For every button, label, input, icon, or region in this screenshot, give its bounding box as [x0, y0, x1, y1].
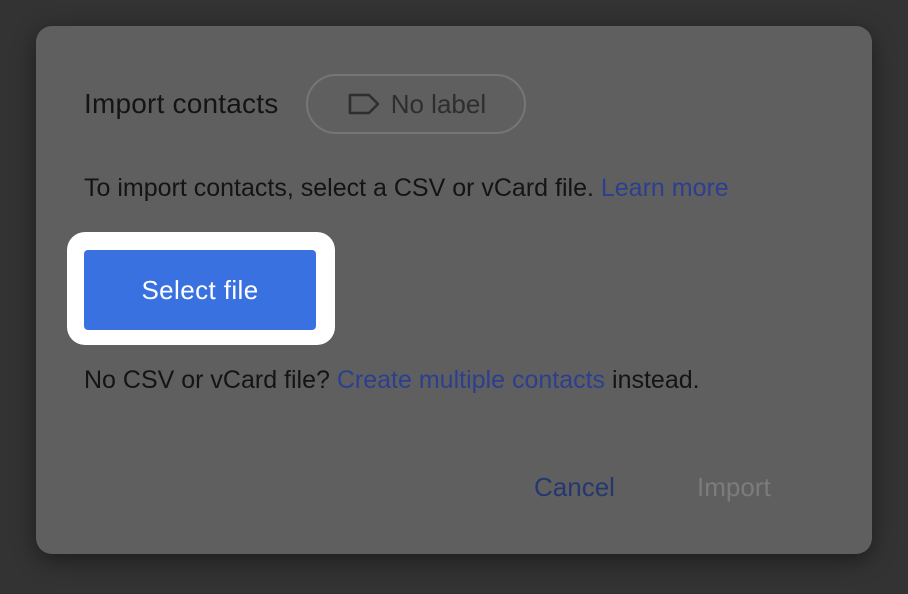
learn-more-link[interactable]: Learn more [601, 174, 729, 202]
import-instructions: To import contacts, select a CSV or vCar… [84, 174, 729, 203]
cancel-button[interactable]: Cancel [534, 472, 615, 503]
alternative-prefix: No CSV or vCard file? [84, 366, 337, 394]
create-multiple-contacts-link[interactable]: Create multiple contacts [337, 366, 605, 394]
instructions-text: To import contacts, select a CSV or vCar… [84, 174, 601, 202]
label-chip-text: No label [390, 88, 487, 119]
label-select-chip[interactable]: No label [306, 74, 527, 134]
dialog-title: Import contacts [84, 88, 279, 119]
dialog-header: Import contacts No label [84, 74, 527, 134]
alternative-text: No CSV or vCard file? Create multiple co… [84, 366, 700, 395]
select-file-button[interactable]: Select file [84, 250, 316, 330]
select-file-highlight: Select file [67, 232, 335, 345]
dialog-actions: Cancel Import [36, 466, 872, 510]
import-button[interactable]: Import [697, 472, 771, 503]
label-outline-icon [347, 92, 381, 116]
alternative-suffix: instead. [605, 366, 700, 394]
import-contacts-dialog: Import contacts No label To import conta… [36, 26, 872, 554]
